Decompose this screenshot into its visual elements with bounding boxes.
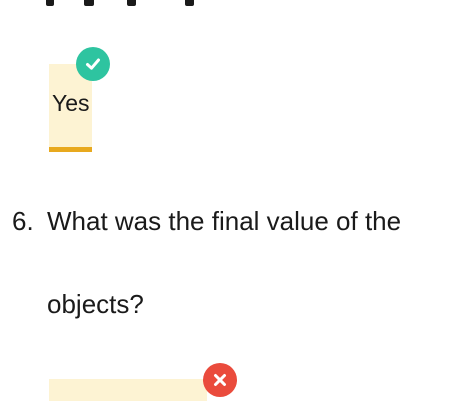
incorrect-badge bbox=[203, 363, 237, 397]
clipped-text-fragment bbox=[185, 0, 194, 6]
correct-badge bbox=[76, 47, 110, 81]
clipped-text-fragment bbox=[127, 0, 136, 6]
question-number: 6. bbox=[12, 206, 34, 236]
answer-text: Yes bbox=[52, 90, 90, 116]
question-text: What was the final value of the bbox=[47, 206, 402, 236]
answer-input[interactable] bbox=[49, 379, 207, 401]
close-icon bbox=[214, 374, 226, 386]
clipped-text-fragment bbox=[46, 0, 54, 6]
answer-underline bbox=[49, 147, 92, 152]
question-text-continued: objects? bbox=[47, 289, 144, 319]
clipped-text-fragment bbox=[84, 0, 94, 6]
check-icon bbox=[86, 58, 100, 70]
